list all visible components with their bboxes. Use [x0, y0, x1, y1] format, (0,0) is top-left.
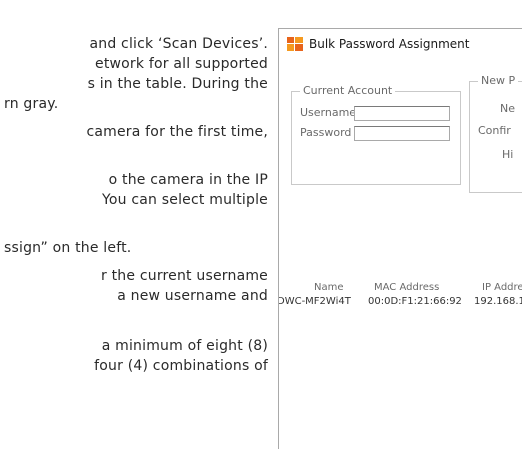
doc-line-10: ssign” on the left. [4, 240, 132, 256]
doc-line-14: a minimum of eight (8) [101, 338, 268, 354]
doc-line-3: s in the table. During the [87, 76, 268, 92]
current-account-legend: Current Account [300, 84, 396, 97]
username-input[interactable] [354, 106, 450, 121]
cell-mac: 00:0D:F1:21:66:92 [368, 296, 462, 307]
column-ip-address[interactable]: IP Addres [482, 282, 522, 293]
password-label: Password [300, 126, 352, 139]
manual-text: and click ‘Scan Devices’. etwork for all… [0, 0, 270, 434]
title-bar: Bulk Password Assignment [279, 29, 522, 59]
doc-line-4: rn gray. [4, 96, 59, 112]
doc-line-7: o the camera in the IP [108, 172, 268, 188]
username-label: Username [300, 106, 357, 119]
current-account-group: Current Account Username Password [291, 84, 461, 185]
doc-line-1: and click ‘Scan Devices’. [89, 36, 268, 52]
doc-line-11: r the current username [101, 268, 268, 284]
doc-line-15: four (4) combinations of [94, 358, 268, 374]
new-password-legend: New P [478, 74, 519, 87]
password-input[interactable] [354, 126, 450, 141]
cell-name: DWC-MF2Wi4T [278, 296, 351, 307]
new-password-group: New P Ne Confir Hi [469, 74, 522, 193]
doc-line-8: You can select multiple [102, 192, 268, 208]
doc-line-12: a new username and [117, 288, 268, 304]
column-name[interactable]: Name [314, 282, 344, 293]
table-row[interactable]: DWC-MF2Wi4T 00:0D:F1:21:66:92 192.168.10… [279, 293, 522, 315]
doc-line-5: camera for the first time, [86, 124, 268, 140]
cell-ip: 192.168.10. [474, 296, 522, 307]
confirm-label: Confir [478, 124, 511, 137]
app-logo-icon [287, 37, 303, 51]
column-mac-address[interactable]: MAC Address [374, 282, 439, 293]
new-label: Ne [500, 102, 515, 115]
doc-line-2: etwork for all supported [95, 56, 268, 72]
window-title: Bulk Password Assignment [309, 37, 470, 51]
bulk-password-window: Bulk Password Assignment Current Account… [278, 28, 522, 449]
hint-label: Hi [502, 148, 514, 161]
